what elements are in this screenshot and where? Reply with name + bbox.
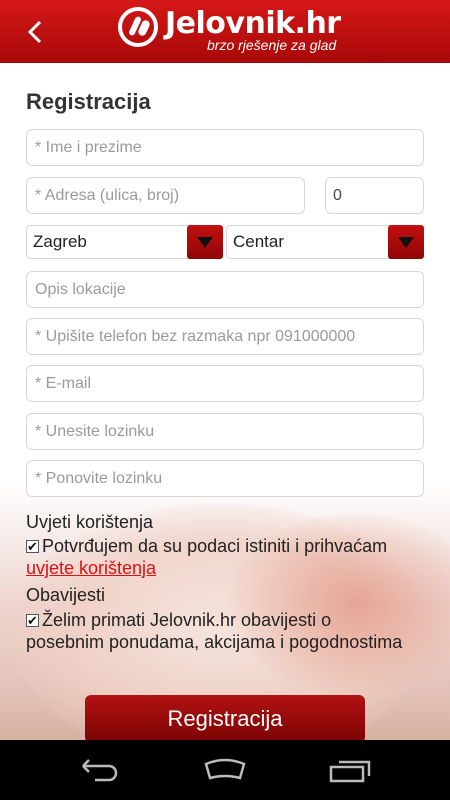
- dropdown-arrow-icon: [388, 225, 424, 259]
- logo-text: Jelovnik.hr: [165, 6, 341, 41]
- terms-section-label: Uvjeti korištenja: [26, 512, 154, 532]
- notifications-section-label: Obavijesti: [26, 585, 106, 605]
- logo-tagline: brzo rješenje za glad: [207, 37, 337, 53]
- system-navbar: [0, 740, 450, 800]
- terms-checkbox-row: Potvrđujem da su podaci istiniti i prihv…: [26, 535, 406, 579]
- notifications-checkbox-row: Želim primati Jelovnik.hr obavijesti o p…: [26, 609, 406, 653]
- recent-apps-icon[interactable]: [325, 754, 375, 786]
- back-icon[interactable]: [75, 754, 125, 786]
- name-input[interactable]: * Ime i prezime: [26, 129, 424, 166]
- app-header: Jelovnik.hr brzo rješenje za glad: [0, 0, 450, 63]
- notifications-checkbox[interactable]: [26, 610, 39, 632]
- chevron-left-icon[interactable]: [22, 16, 50, 48]
- city-select[interactable]: Zagreb: [26, 225, 223, 259]
- terms-checkbox[interactable]: [26, 536, 39, 558]
- address-input[interactable]: * Adresa (ulica, broj): [26, 177, 305, 214]
- location-description-input[interactable]: Opis lokacije: [26, 271, 424, 308]
- password-input[interactable]: * Unesite lozinku: [26, 413, 424, 450]
- email-input[interactable]: * E-mail: [26, 365, 424, 402]
- house-number-input[interactable]: 0: [325, 177, 424, 214]
- password-repeat-input[interactable]: * Ponovite lozinku: [26, 460, 424, 497]
- register-button[interactable]: Registracija: [85, 695, 365, 740]
- fork-logo-icon: [118, 7, 158, 47]
- home-icon[interactable]: [200, 754, 250, 786]
- district-select[interactable]: Centar: [226, 225, 424, 259]
- page-title: Registracija: [26, 89, 151, 114]
- dropdown-arrow-icon: [187, 225, 223, 259]
- registration-form: Registracija * Ime i prezime * Adresa (u…: [0, 63, 450, 740]
- terms-link[interactable]: uvjete korištenja: [26, 558, 156, 578]
- phone-input[interactable]: * Upišite telefon bez razmaka npr 091000…: [26, 318, 424, 355]
